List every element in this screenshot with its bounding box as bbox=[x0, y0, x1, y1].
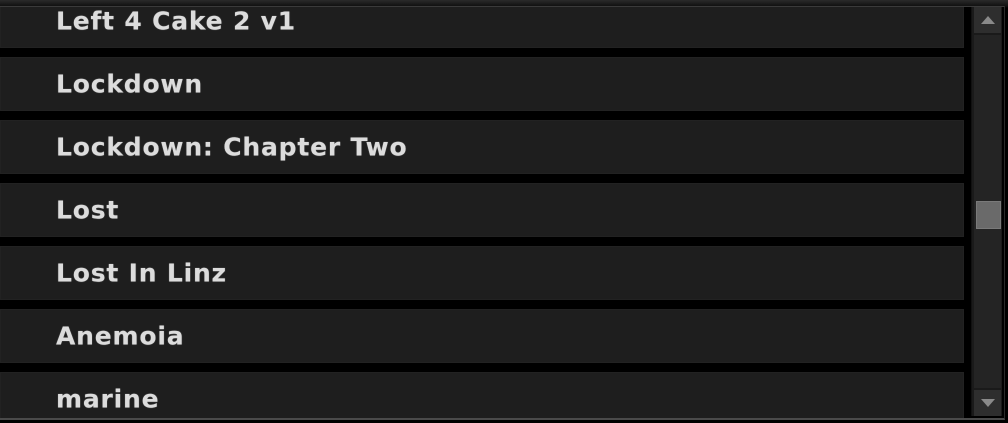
list-item[interactable]: Lost bbox=[0, 183, 964, 237]
triangle-up-icon bbox=[980, 16, 995, 24]
list-item-label: Left 4 Cake 2 v1 bbox=[56, 6, 296, 36]
list-item-label: marine bbox=[56, 384, 160, 414]
list-item[interactable]: marine bbox=[0, 372, 964, 418]
triangle-down-icon bbox=[980, 399, 995, 407]
list-item-label: Anemoia bbox=[56, 321, 185, 351]
list-item[interactable]: Anemoia bbox=[0, 309, 964, 363]
list-item-label: Lockdown: Chapter Two bbox=[56, 132, 408, 162]
campaign-list: Left 4 Cake 2 v1 Lockdown Lockdown: Chap… bbox=[0, 6, 1005, 420]
scroll-up-button[interactable] bbox=[974, 7, 1001, 33]
scrollbar-thumb[interactable] bbox=[976, 201, 1001, 229]
list-item[interactable]: Lost In Linz bbox=[0, 246, 964, 300]
scrollbar-track[interactable] bbox=[974, 35, 1001, 388]
list-item-label: Lost bbox=[56, 195, 120, 225]
list-item[interactable]: Lockdown bbox=[0, 57, 964, 111]
list-item-label: Lockdown bbox=[56, 69, 203, 99]
list-item[interactable]: Left 4 Cake 2 v1 bbox=[0, 6, 964, 48]
scroll-down-button[interactable] bbox=[974, 390, 1001, 416]
vertical-scrollbar[interactable] bbox=[971, 7, 1002, 416]
list-item-label: Lost In Linz bbox=[56, 258, 227, 288]
list-item[interactable]: Lockdown: Chapter Two bbox=[0, 120, 964, 174]
